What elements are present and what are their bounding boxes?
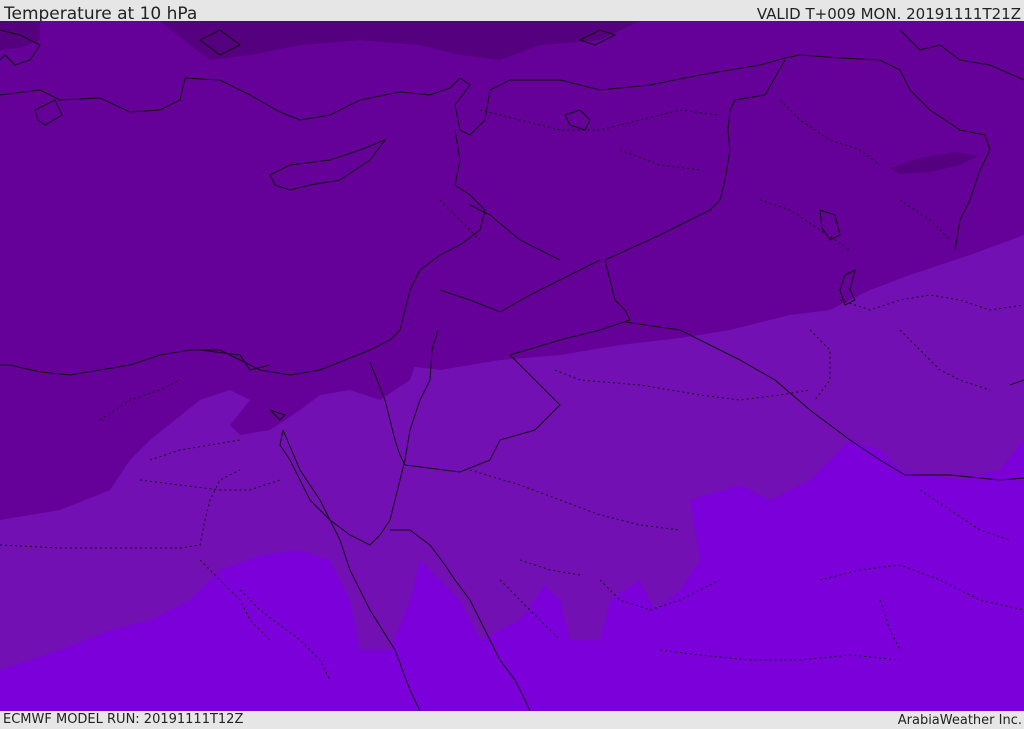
map-svg — [0, 21, 1024, 711]
credit-label: ArabiaWeather Inc. — [897, 713, 1022, 728]
model-run-label: ECMWF MODEL RUN: 20191111T12Z — [3, 712, 244, 727]
footer-bar: ECMWF MODEL RUN: 20191111T12Z ArabiaWeat… — [0, 711, 1024, 729]
header-bar: Temperature at 10 hPa VALID T+009 MON. 2… — [0, 0, 1024, 24]
temperature-map[interactable] — [0, 21, 1024, 711]
